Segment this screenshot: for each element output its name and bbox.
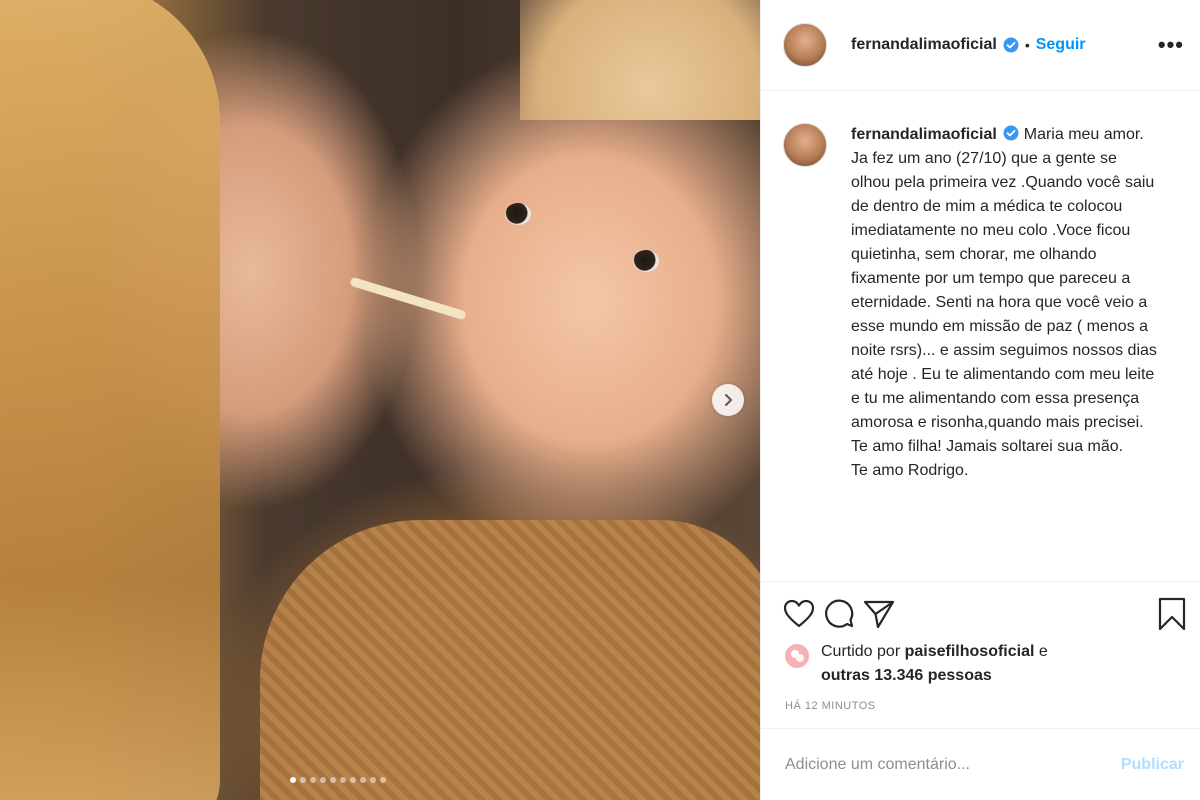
carousel-dot[interactable]: [380, 777, 386, 783]
caption-line-3: Te amo filha! Jamais soltarei sua mão.: [851, 438, 1124, 455]
next-image-button[interactable]: [712, 384, 744, 416]
likes-summary: Curtido por paisefilhosoficial e outras …: [761, 632, 1200, 688]
carousel-dot[interactable]: [330, 777, 336, 783]
next-arrow-icon: [725, 394, 733, 406]
carousel-dot[interactable]: [340, 777, 346, 783]
image-baby-hair-region: [520, 0, 760, 120]
header-username[interactable]: fernandalimaoficial: [851, 36, 997, 54]
liker-avatar[interactable]: [785, 644, 809, 668]
image-baby-eye-left: [505, 203, 531, 225]
comment-icon: [825, 599, 854, 628]
caption-area: fernandalimaoficial Maria meu amor. Ja f…: [761, 91, 1200, 581]
share-button[interactable]: [861, 596, 897, 632]
carousel-dot[interactable]: [350, 777, 356, 783]
bookmark-icon: [1158, 597, 1186, 631]
more-icon[interactable]: •••: [1158, 32, 1184, 58]
likes-connector: e: [1038, 643, 1048, 660]
carousel-dot[interactable]: [370, 777, 376, 783]
likes-others-link[interactable]: outras 13.346 pessoas: [821, 667, 992, 684]
avatar[interactable]: [783, 23, 827, 67]
caption-text: fernandalimaoficial Maria meu amor. Ja f…: [851, 123, 1159, 581]
image-baby-eye-right: [633, 250, 659, 272]
action-bar: [761, 581, 1200, 632]
caption-line-4: Te amo Rodrigo.: [851, 462, 969, 479]
carousel-dots: [290, 777, 386, 783]
image-straw: [349, 276, 467, 321]
likes-text: Curtido por paisefilhosoficial e outras …: [821, 640, 1048, 688]
liker-avatar-icon: [791, 650, 804, 662]
caption-line-2: Ja fez um ano (27/10) que a gente se olh…: [851, 150, 1157, 431]
image-hair-region: [0, 0, 220, 800]
post-header: fernandalimaoficial • Seguir •••: [761, 0, 1200, 91]
follow-button[interactable]: Seguir: [1036, 36, 1086, 54]
likes-prefix: Curtido por: [821, 643, 901, 660]
save-button[interactable]: [1154, 596, 1190, 632]
caption-username[interactable]: fernandalimaoficial: [851, 126, 997, 143]
post-sidebar: fernandalimaoficial • Seguir ••• fernand…: [760, 0, 1200, 800]
carousel-dot[interactable]: [310, 777, 316, 783]
carousel-dot[interactable]: [360, 777, 366, 783]
comment-bar: Publicar: [761, 728, 1200, 800]
image-sweater-region: [260, 520, 760, 800]
likes-user-link[interactable]: paisefilhosoficial: [905, 643, 1035, 660]
share-icon: [863, 600, 895, 629]
heart-icon: [783, 599, 815, 628]
comment-button[interactable]: [821, 596, 857, 632]
comment-input[interactable]: [783, 754, 1115, 775]
verified-icon: [1003, 125, 1019, 141]
verified-icon: [1003, 37, 1019, 53]
caption-avatar[interactable]: [783, 123, 827, 167]
header-separator: •: [1024, 37, 1030, 53]
instagram-post: fernandalimaoficial • Seguir ••• fernand…: [0, 0, 1200, 800]
post-timestamp[interactable]: HÁ 12 MINUTOS: [761, 688, 1200, 728]
caption-line-1: Maria meu amor.: [1023, 126, 1144, 143]
carousel-dot[interactable]: [300, 777, 306, 783]
carousel-dot[interactable]: [290, 777, 296, 783]
carousel-dot[interactable]: [320, 777, 326, 783]
post-image[interactable]: [0, 0, 760, 800]
publish-button[interactable]: Publicar: [1115, 755, 1190, 775]
like-button[interactable]: [781, 596, 817, 632]
